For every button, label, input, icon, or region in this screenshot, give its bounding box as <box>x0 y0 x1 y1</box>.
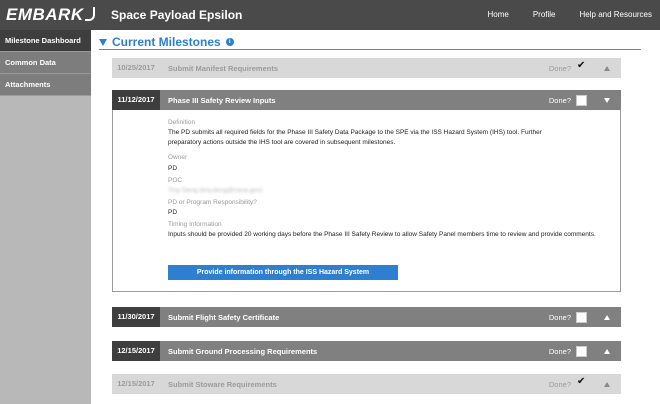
embark-logo[interactable]: EMBARK <box>6 5 95 25</box>
done-checkbox[interactable]: ✔ <box>576 375 587 390</box>
milestone-name: Submit Stoware Requirements <box>168 379 277 389</box>
milestone-detail-panel: Definition The PD submits all required f… <box>112 110 621 292</box>
sidebar-item-common-data[interactable]: Common Data <box>0 52 91 74</box>
milestone-date: 12/15/2017 <box>112 341 160 361</box>
poc-label: POC <box>168 177 183 184</box>
check-icon: ✔ <box>577 375 586 387</box>
done-label: Done? <box>548 63 571 73</box>
owner-label: Owner <box>168 154 188 161</box>
milestone-name: Phase III Safety Review Inputs <box>168 95 276 105</box>
done-checkbox[interactable] <box>576 94 587 106</box>
responsibility-value: PD <box>168 209 178 216</box>
owner-value: PD <box>168 165 178 172</box>
milestone-row[interactable]: 11/30/2017 Submit Flight Safety Certific… <box>112 307 621 327</box>
nav-profile[interactable]: Profile <box>533 10 556 19</box>
milestone-row[interactable]: 12/15/2017 Submit Ground Processing Requ… <box>112 341 621 361</box>
chevron-up-icon[interactable] <box>601 348 613 354</box>
info-icon[interactable]: i <box>225 38 234 46</box>
milestone-date: 11/12/2017 <box>112 90 160 110</box>
milestone-name: Submit Ground Processing Requirements <box>168 346 318 356</box>
milestone-name: Submit Manifest Requirements <box>168 63 279 73</box>
check-icon: ✔ <box>577 59 586 71</box>
nav-help[interactable]: Help and Resources <box>580 10 652 19</box>
section-header: Current Milestones i <box>99 35 641 50</box>
chevron-up-icon[interactable] <box>601 65 613 71</box>
section-title: Current Milestones <box>112 35 221 49</box>
provide-information-button[interactable]: Provide information through the ISS Haza… <box>168 265 398 280</box>
done-label: Done? <box>548 346 571 356</box>
milestone-row[interactable]: 11/12/2017 Phase III Safety Review Input… <box>112 90 621 110</box>
milestone-row[interactable]: 12/15/2017 Submit Stoware Requirements D… <box>112 374 621 394</box>
chevron-up-icon[interactable] <box>601 314 613 320</box>
done-checkbox[interactable] <box>576 311 587 323</box>
done-label: Done? <box>548 312 571 322</box>
sidebar-item-attachments[interactable]: Attachments <box>0 74 91 96</box>
responsibility-label: PD or Program Responsibility? <box>168 199 257 206</box>
chevron-down-icon[interactable] <box>601 97 613 103</box>
sidebar-item-milestone-dashboard[interactable]: Milestone Dashboard <box>0 30 91 52</box>
done-checkbox[interactable]: ✔ <box>576 59 587 74</box>
done-label: Done? <box>548 95 571 105</box>
milestone-row[interactable]: 10/25/2017 Submit Manifest Requirements … <box>112 58 621 78</box>
milestone-date: 12/15/2017 <box>117 379 155 388</box>
collapse-triangle-icon[interactable] <box>99 38 107 46</box>
milestone-date: 10/25/2017 <box>117 63 155 72</box>
definition-text-line2: preparatory actions outside the IHS tool… <box>168 139 396 146</box>
top-bar: EMBARK Space Payload Epsilon Home Profil… <box>0 0 660 30</box>
top-nav: Home Profile Help and Resources <box>463 10 652 19</box>
poc-value: Tiny Deng (tiny.deng@nasa.gov) <box>168 187 263 194</box>
milestone-name: Submit Flight Safety Certificate <box>168 312 280 322</box>
done-checkbox[interactable] <box>576 345 587 357</box>
done-label: Done? <box>548 379 571 389</box>
timing-value: Inputs should be provided 20 working day… <box>168 231 596 238</box>
timing-label: Timing Information <box>168 221 222 228</box>
definition-label: Definition <box>168 119 196 126</box>
logo-hook-icon <box>84 7 95 21</box>
milestone-date: 11/30/2017 <box>112 307 160 327</box>
nav-home[interactable]: Home <box>487 10 508 19</box>
definition-text-line1: The PD submits all required fields for t… <box>168 129 542 136</box>
app-title: Space Payload Epsilon <box>111 8 243 22</box>
sidebar: Milestone Dashboard Common Data Attachme… <box>0 30 91 404</box>
chevron-up-icon[interactable] <box>601 381 613 387</box>
